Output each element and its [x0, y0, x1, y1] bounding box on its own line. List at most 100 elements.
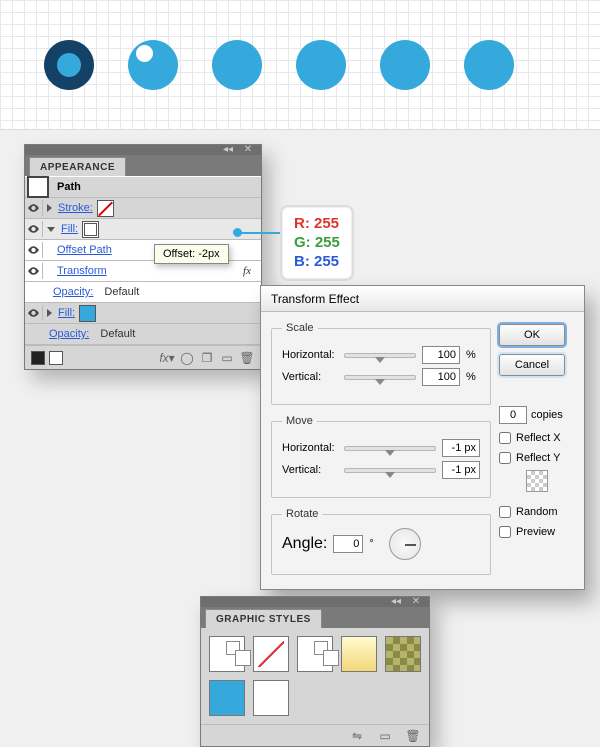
style-default[interactable] [209, 636, 245, 672]
path-thumbnail-icon [27, 176, 49, 198]
circle-plain[interactable] [380, 40, 430, 90]
move-group: Move Horizontal: Vertical: [271, 415, 491, 498]
panel-tabs: GRAPHIC STYLES [201, 607, 429, 628]
style-camo[interactable] [385, 636, 421, 672]
visibility-toggle-icon[interactable] [27, 242, 43, 258]
new-icon[interactable]: ▭ [219, 350, 235, 366]
footer-swatch-active[interactable] [31, 351, 45, 365]
style-gold-gradient[interactable] [341, 636, 377, 672]
percent-unit: % [466, 349, 480, 361]
tab-graphic-styles[interactable]: GRAPHIC STYLES [205, 609, 322, 628]
fill-row-1[interactable]: Fill: [25, 219, 261, 240]
rotate-legend: Rotate [282, 508, 322, 520]
clear-appearance-icon[interactable]: ◯ [179, 350, 195, 366]
circle-plain[interactable] [464, 40, 514, 90]
ok-button[interactable]: OK [499, 324, 565, 346]
copies-label: copies [531, 409, 563, 421]
visibility-toggle-icon[interactable] [27, 305, 43, 321]
fx-menu-icon[interactable]: fx▾ [159, 350, 175, 366]
move-h-slider[interactable] [344, 446, 436, 451]
scale-v-input[interactable] [422, 368, 460, 386]
visibility-toggle-icon[interactable] [27, 200, 43, 216]
copies-input[interactable] [499, 406, 527, 424]
style-white[interactable] [253, 680, 289, 716]
style-swatch[interactable] [297, 636, 333, 672]
style-blue[interactable] [209, 680, 245, 716]
anchor-grid-icon[interactable] [526, 470, 548, 492]
collapse-icon[interactable] [47, 227, 55, 232]
offset-tooltip: Offset: -2px [154, 244, 229, 264]
angle-dial[interactable] [389, 528, 421, 560]
move-v-slider[interactable] [344, 468, 436, 473]
move-h-input[interactable] [442, 439, 480, 457]
expand-icon[interactable] [47, 309, 52, 317]
reflect-x-checkbox[interactable] [499, 432, 511, 444]
opacity-label[interactable]: Opacity: [49, 328, 89, 340]
scale-h-input[interactable] [422, 346, 460, 364]
reflect-x-check[interactable]: Reflect X [499, 432, 574, 444]
fill-swatch-blue[interactable] [79, 305, 96, 322]
duplicate-icon[interactable]: ❐ [199, 350, 215, 366]
r-label: R: [294, 215, 310, 232]
preview-checkbox[interactable] [499, 526, 511, 538]
panel-titlebar[interactable]: ◂◂ ✕ [201, 597, 429, 607]
callout-line-icon [241, 232, 280, 234]
b-label: B: [294, 253, 310, 270]
style-none[interactable] [253, 636, 289, 672]
b-value: 255 [314, 253, 339, 270]
appearance-target-row[interactable]: Path [25, 177, 261, 198]
flyout-menu-icon[interactable]: ◂◂ [221, 146, 235, 155]
path-label: Path [57, 181, 81, 193]
circle-plain[interactable] [296, 40, 346, 90]
scale-legend: Scale [282, 322, 318, 334]
reflect-y-check[interactable]: Reflect Y [499, 452, 574, 464]
angle-input[interactable] [333, 535, 363, 553]
opacity-row-1[interactable]: Opacity: Default [25, 282, 261, 303]
scale-h-slider[interactable] [344, 353, 416, 358]
graphic-styles-panel: ◂◂ ✕ GRAPHIC STYLES ⇋ ▭ 🗑 [200, 596, 430, 747]
close-icon[interactable]: ✕ [241, 146, 255, 155]
transform-link[interactable]: Transform [57, 265, 107, 277]
preview-check[interactable]: Preview [499, 526, 574, 538]
tab-appearance[interactable]: APPEARANCE [29, 157, 126, 176]
random-checkbox[interactable] [499, 506, 511, 518]
no-style-icon [258, 641, 284, 667]
degree-unit: ° [369, 538, 383, 550]
footer-swatch[interactable] [49, 351, 63, 365]
opacity-label[interactable]: Opacity: [53, 286, 93, 298]
visibility-toggle-icon[interactable] [27, 263, 43, 279]
trash-icon[interactable]: 🗑 [239, 350, 255, 366]
cancel-button[interactable]: Cancel [499, 354, 565, 376]
fill-swatch-white[interactable] [82, 221, 99, 238]
panel-tabs: APPEARANCE [25, 155, 261, 176]
dialog-titlebar[interactable]: Transform Effect [261, 286, 584, 312]
stroke-label[interactable]: Stroke: [58, 202, 93, 214]
scale-v-label: Vertical: [282, 371, 338, 383]
expand-icon[interactable] [47, 204, 52, 212]
scale-v-slider[interactable] [344, 375, 416, 380]
circle-plain[interactable] [212, 40, 262, 90]
offset-path-link[interactable]: Offset Path [57, 244, 112, 256]
close-icon[interactable]: ✕ [409, 598, 423, 607]
flyout-menu-icon[interactable]: ◂◂ [389, 598, 403, 607]
fill-row-2[interactable]: Fill: [25, 303, 261, 324]
transform-effect-dialog: Transform Effect Scale Horizontal: % Ver… [260, 285, 585, 590]
default-style-icon [226, 641, 240, 655]
circle-donut[interactable] [44, 40, 94, 90]
style-icon [314, 641, 328, 655]
reflect-y-checkbox[interactable] [499, 452, 511, 464]
random-check[interactable]: Random [499, 506, 574, 518]
effect-transform[interactable]: Transform fx [25, 261, 261, 282]
circle-highlight[interactable] [128, 40, 178, 90]
move-v-label: Vertical: [282, 464, 338, 476]
stroke-row[interactable]: Stroke: [25, 198, 261, 219]
fill-label[interactable]: Fill: [58, 307, 75, 319]
fill-label[interactable]: Fill: [61, 223, 78, 235]
opacity-value: Default [100, 328, 135, 340]
panel-titlebar[interactable]: ◂◂ ✕ [25, 145, 261, 155]
opacity-row-2[interactable]: Opacity: Default [25, 324, 261, 345]
move-v-input[interactable] [442, 461, 480, 479]
angle-label: Angle: [282, 535, 327, 553]
stroke-swatch-none[interactable] [97, 200, 114, 217]
visibility-toggle-icon[interactable] [27, 221, 43, 237]
